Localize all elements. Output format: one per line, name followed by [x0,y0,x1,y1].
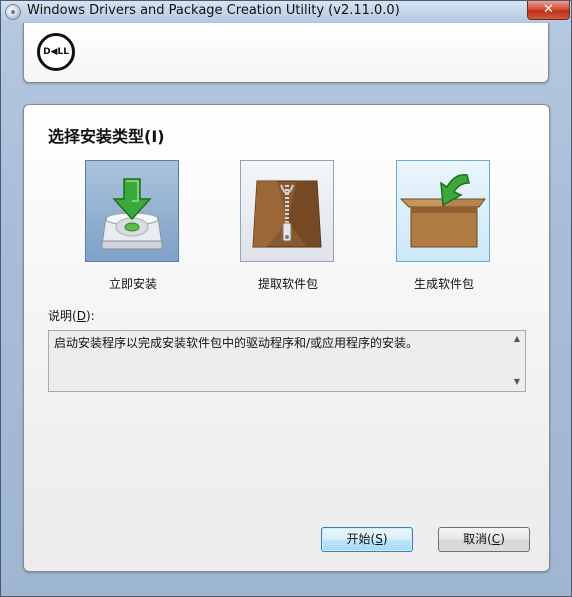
option-label-create-package: 生成软件包 [413,277,474,291]
create-package-icon [399,174,486,248]
description-scrollbar[interactable]: ▲ ▼ [509,331,525,391]
section-title: 选择安装类型(I) [48,127,165,146]
title-bar[interactable]: Windows Drivers and Package Creation Uti… [1,1,571,23]
start-button[interactable]: 开始(S) [321,527,413,552]
cancel-button[interactable]: 取消(C) [438,527,530,552]
dell-logo: D◀LL [37,33,75,71]
option-tile[interactable] [85,160,179,262]
app-disc-icon [5,4,21,20]
header-panel: D◀LL [23,23,549,83]
zip-box-icon [252,180,322,248]
main-panel: 选择安装类型(I) 立即安装 提取软件包 生成软件包 说明(D): 启动安装程序… [23,104,550,572]
option-create-package[interactable] [396,160,492,264]
scroll-up-arrow-icon[interactable]: ▲ [512,334,522,344]
scroll-down-arrow-icon[interactable]: ▼ [512,377,522,387]
description-accesskey: D [76,309,86,323]
app-window: Windows Drivers and Package Creation Uti… [0,0,572,597]
option-label-extract-package: 提取软件包 [257,277,318,291]
install-disk-icon [101,178,163,250]
description-text: 启动安装程序以完成安装软件包中的驱动程序和/或应用程序的安装。 [54,336,419,350]
option-install-now[interactable] [85,160,181,264]
close-button[interactable]: ✕ [527,1,570,20]
window-title: Windows Drivers and Package Creation Uti… [27,3,400,18]
description-box[interactable]: 启动安装程序以完成安装软件包中的驱动程序和/或应用程序的安装。 ▲ ▼ [48,330,526,392]
description-label: 说明(D): [48,309,95,323]
option-extract-package[interactable] [240,160,336,264]
option-tile[interactable] [396,160,490,262]
option-label-install-now: 立即安装 [108,277,157,291]
option-tile[interactable] [240,160,334,262]
